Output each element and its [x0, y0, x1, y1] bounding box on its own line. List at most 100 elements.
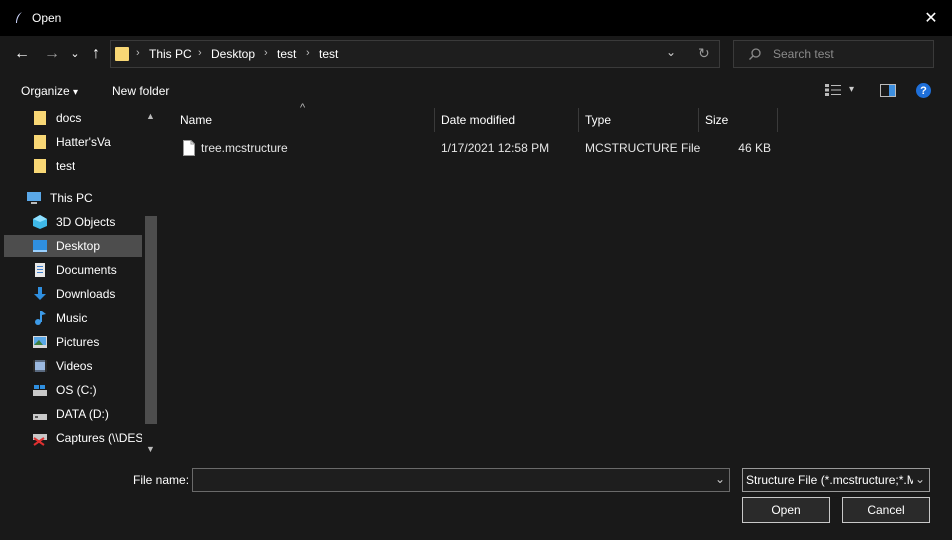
file-type: MCSTRUCTURE File: [585, 141, 701, 155]
network-drive-icon: [33, 434, 47, 446]
computer-icon: [27, 192, 41, 204]
file-name-label: File name:: [133, 473, 190, 487]
sidebar-item-label: Desktop: [56, 239, 101, 253]
sidebar-item-test[interactable]: test: [4, 155, 142, 177]
breadcrumb-test-current[interactable]: test: [319, 47, 338, 61]
sidebar-item-captures[interactable]: Captures (\\DESI: [4, 427, 142, 449]
column-header-type[interactable]: Type: [585, 108, 698, 132]
sidebar-item-label: Pictures: [56, 335, 100, 349]
sidebar-item-label: This PC: [50, 191, 93, 205]
file-icon: [183, 140, 195, 156]
file-name-dropdown-button[interactable]: ⌄: [715, 472, 725, 486]
sidebar-item-label: DATA (D:): [56, 407, 109, 421]
cube-icon: [33, 215, 47, 229]
sidebar-item-os-c[interactable]: OS (C:): [4, 379, 142, 401]
breadcrumb-separator: ›: [136, 47, 140, 59]
scroll-down-arrow[interactable]: ▼: [146, 444, 155, 454]
forward-button[interactable]: →: [42, 44, 62, 64]
sidebar-item-this-pc[interactable]: This PC: [4, 187, 142, 209]
column-divider[interactable]: [434, 108, 435, 132]
music-icon: [35, 311, 46, 325]
file-size: 46 KB: [738, 141, 771, 155]
breadcrumb-desktop[interactable]: Desktop: [211, 47, 255, 61]
cancel-button[interactable]: Cancel: [842, 497, 930, 523]
feather-icon: [16, 12, 22, 23]
breadcrumb-test[interactable]: test: [277, 47, 296, 61]
videos-icon: [33, 360, 47, 372]
sidebar-item-desktop[interactable]: Desktop: [4, 235, 142, 257]
organize-label: Organize: [21, 84, 70, 98]
column-header-date[interactable]: Date modified: [441, 108, 578, 132]
sidebar-item-data-d[interactable]: DATA (D:): [4, 403, 142, 425]
file-name-input[interactable]: [192, 468, 730, 492]
sidebar-item-downloads[interactable]: Downloads: [4, 283, 142, 305]
chevron-down-icon: ▾: [73, 87, 79, 98]
recent-locations-button[interactable]: ⌄: [68, 44, 82, 62]
sidebar-item-label: Music: [56, 311, 88, 325]
breadcrumb-this-pc[interactable]: This PC: [149, 47, 192, 61]
open-button[interactable]: Open: [742, 497, 830, 523]
sidebar-item-label: Captures (\\DESI: [56, 431, 142, 445]
scrollbar-thumb[interactable]: [145, 216, 157, 424]
breadcrumb-separator: ›: [264, 47, 268, 59]
desktop-icon: [33, 240, 47, 252]
folder-icon: [115, 47, 129, 61]
drive-icon: [33, 385, 47, 396]
folder-icon: [34, 159, 46, 173]
breadcrumb-separator: ›: [198, 47, 202, 59]
file-type-filter-value: Structure File (*.mcstructure;*.M: [746, 473, 917, 487]
drive-icon: [33, 414, 47, 420]
file-name[interactable]: tree.mcstructure: [201, 141, 288, 155]
sidebar-item-label: Videos: [56, 359, 93, 373]
documents-icon: [35, 263, 45, 277]
chevron-down-icon: ⌄: [70, 47, 80, 60]
column-header-label: Size: [705, 113, 729, 127]
column-divider[interactable]: [698, 108, 699, 132]
view-dropdown-button[interactable]: ▾: [849, 84, 854, 95]
forward-arrow-icon: →: [44, 45, 60, 62]
refresh-button[interactable]: ↻: [698, 45, 710, 62]
organize-menu[interactable]: Organize ▾: [21, 84, 78, 98]
window-title: Open: [32, 11, 62, 25]
back-arrow-icon: ←: [14, 45, 30, 62]
sidebar-item-label: Documents: [56, 263, 117, 277]
file-type-filter[interactable]: Structure File (*.mcstructure;*.M ⌄: [742, 468, 930, 492]
help-button[interactable]: ?: [916, 83, 931, 98]
column-header-name[interactable]: Name: [180, 108, 434, 132]
sidebar-item-videos[interactable]: Videos: [4, 355, 142, 377]
column-divider[interactable]: [578, 108, 579, 132]
preview-pane-icon[interactable]: [880, 84, 896, 97]
scroll-up-arrow[interactable]: ▲: [146, 111, 155, 121]
column-header-label: Date modified: [441, 113, 516, 127]
column-header-size[interactable]: Size: [705, 108, 777, 132]
chevron-down-icon: ⌄: [912, 472, 925, 486]
sidebar-item-documents[interactable]: Documents: [4, 259, 142, 281]
folder-icon: [34, 135, 46, 149]
view-options-icon[interactable]: [825, 84, 841, 96]
up-button[interactable]: ↑: [86, 44, 106, 64]
breadcrumb-separator: ›: [306, 47, 310, 59]
address-dropdown-button[interactable]: ⌄: [666, 45, 676, 59]
sidebar-item-pictures[interactable]: Pictures: [4, 331, 142, 353]
sidebar-item-label: OS (C:): [56, 383, 97, 397]
pictures-icon: [33, 336, 47, 348]
up-arrow-icon: ↑: [92, 45, 100, 62]
sidebar-item-docs[interactable]: docs: [4, 107, 142, 129]
sidebar-item-label: Hatter'sVa: [56, 135, 111, 149]
sidebar-item-label: docs: [56, 111, 82, 125]
sidebar-item-hattersva[interactable]: Hatter'sVa: [4, 131, 142, 153]
folder-icon: [34, 111, 46, 125]
new-folder-button[interactable]: New folder: [112, 84, 169, 98]
column-divider[interactable]: [777, 108, 778, 132]
help-icon: ?: [920, 84, 927, 97]
column-header-label: Name: [180, 113, 213, 127]
file-date-modified: 1/17/2021 12:58 PM: [441, 141, 550, 155]
sidebar-item-music[interactable]: Music: [4, 307, 142, 329]
downloads-icon: [34, 287, 46, 300]
sidebar-item-label: test: [56, 159, 76, 173]
search-icon: [749, 48, 761, 60]
back-button[interactable]: ←: [12, 44, 32, 64]
close-button[interactable]: ✕: [916, 6, 946, 30]
sidebar-item-3d-objects[interactable]: 3D Objects: [4, 211, 142, 233]
column-header-label: Type: [585, 113, 612, 127]
